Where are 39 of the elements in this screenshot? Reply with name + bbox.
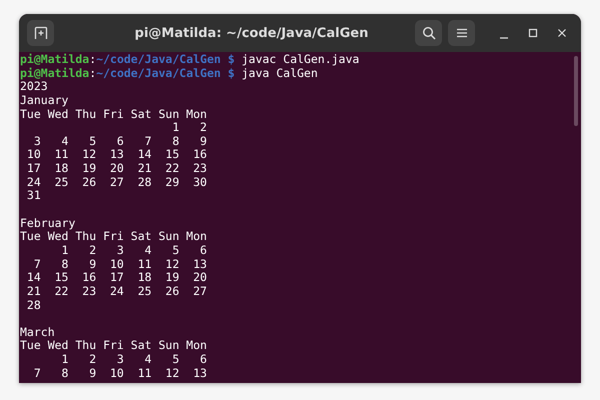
month-name: March (20, 326, 56, 340)
calendar-row-text: 1 2 3 4 5 6 (60, 244, 208, 258)
command-text: javac CalGen.java (242, 52, 360, 66)
calendar-row-text: 17 18 19 20 21 22 23 (26, 162, 208, 176)
prompt-path: ~/code/Java/CalGen $ (96, 66, 235, 80)
menu-icon (456, 28, 468, 38)
prompt-separator: : (89, 66, 96, 80)
scrollbar[interactable] (574, 56, 578, 126)
weekday-header: Tue Wed Thu Fri Sat Sun Mon (20, 339, 208, 354)
year-text: 2023 (20, 80, 48, 94)
minimize-icon (500, 37, 508, 39)
calendar-row-text: 24 25 26 27 28 29 30 (26, 176, 208, 190)
calendar-row-text: 3 4 5 6 7 8 9 (32, 134, 208, 148)
prompt-separator: : (89, 52, 96, 66)
month-name: February (20, 216, 76, 230)
weekday-header: Tue Wed Thu Fri Sat Sun Mon (20, 108, 208, 122)
calendar-row-text: 1 2 (171, 121, 208, 135)
calendar-row-text: 10 11 12 13 14 15 16 (26, 148, 208, 162)
calendar-row-text: 28 (26, 298, 42, 312)
maximize-icon (528, 28, 538, 38)
command-text: java CalGen (242, 66, 318, 80)
weekday-header: Tue Wed Thu Fri Sat Sun Mon (20, 230, 208, 244)
menu-button[interactable] (448, 20, 475, 46)
calendar-row-text: 7 8 9 10 11 12 13 (32, 366, 208, 380)
prompt-path: ~/code/Java/CalGen $ (96, 52, 235, 66)
new-tab-icon (34, 26, 48, 40)
prompt-user-host: pi@Matilda (20, 66, 90, 80)
search-button[interactable] (415, 20, 442, 46)
calendar-row-text: 1 2 3 4 5 6 (60, 353, 208, 367)
search-icon (422, 26, 436, 40)
calendar-row-text: 7 8 9 10 11 12 13 (32, 258, 208, 272)
close-icon (557, 28, 567, 38)
prompt-user-host: pi@Matilda (20, 52, 90, 66)
new-tab-button[interactable] (27, 20, 54, 46)
month-name: January (20, 94, 70, 108)
window-title: pi@Matilda: ~/code/Java/CalGen (134, 26, 370, 40)
calendar-row-text: 31 (26, 189, 42, 204)
calendar-row-text: 14 15 16 17 18 19 20 (26, 271, 208, 285)
calendar-row-text: 21 22 23 24 25 26 27 (26, 284, 208, 299)
